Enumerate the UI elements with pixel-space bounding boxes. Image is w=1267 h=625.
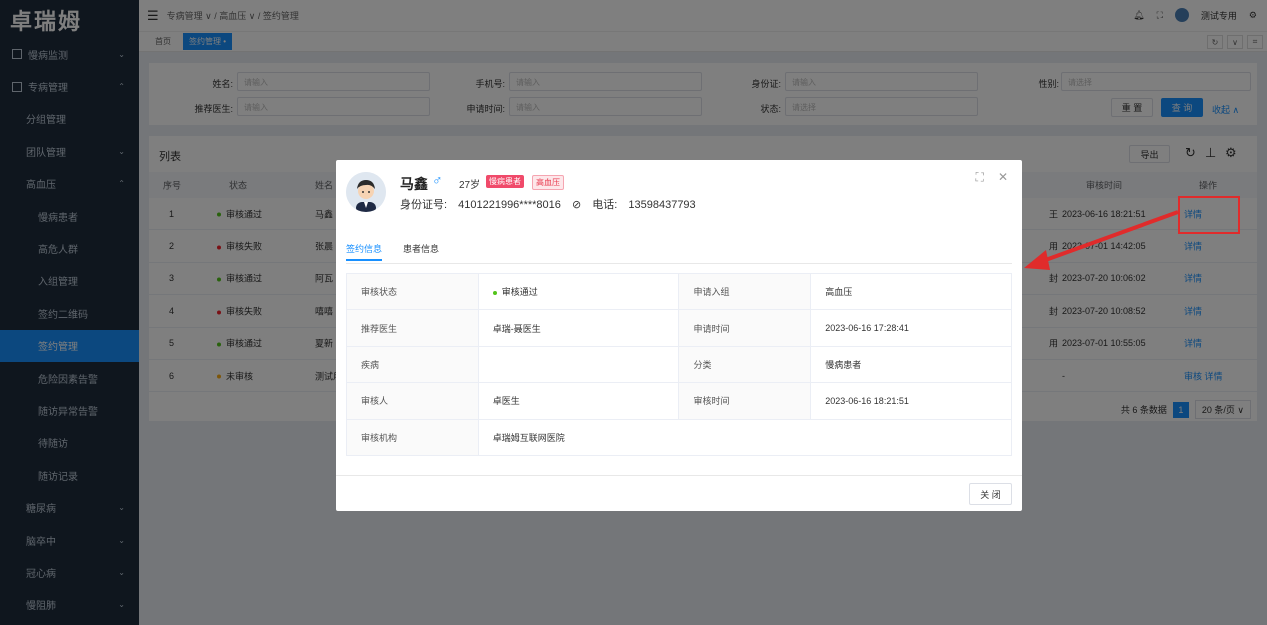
annotation-arrow-icon [1024, 210, 1179, 270]
